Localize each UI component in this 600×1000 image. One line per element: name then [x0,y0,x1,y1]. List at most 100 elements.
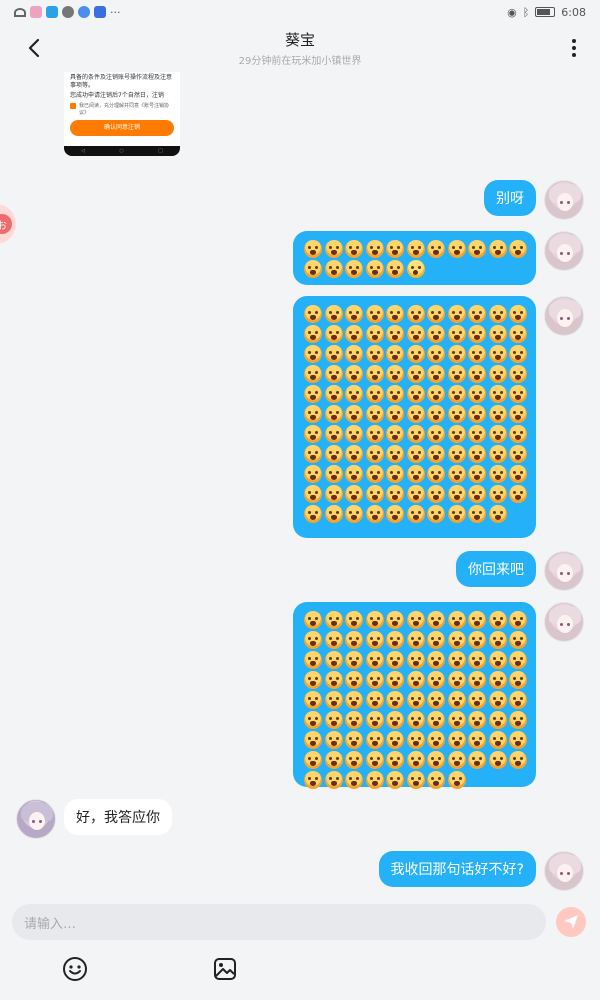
crying-face-icon [386,691,404,709]
crying-face-icon [365,611,384,629]
floating-assistant-badge[interactable]: お [0,204,16,244]
crying-face-icon [427,345,445,363]
crying-face-icon [386,425,404,443]
crying-face-icon [324,385,343,403]
crying-face-icon [509,671,527,689]
message-text: 你回来吧 [468,562,524,578]
floating-badge-icon: お [0,214,12,234]
emoji-button[interactable] [62,956,88,982]
message-bubble-out-emoji[interactable] [293,231,536,285]
screenshot-image-message[interactable]: 手账号注销后在无法找回，注销账号应具备的条件及注销账号操作流程及注意事项等。 您… [64,72,180,156]
contact-avatar[interactable] [16,799,56,839]
message-bubble-out[interactable]: 你回来吧 [456,551,536,587]
crying-face-icon [509,691,527,709]
back-button[interactable] [22,36,46,60]
my-avatar[interactable] [544,180,584,220]
crying-face-icon [406,611,425,629]
message-bubble-out[interactable]: 我收回那句话好不好? [378,851,536,887]
nav-recent-icon: □ [158,148,163,154]
message-input[interactable]: 请输入… [12,904,546,940]
crying-face-icon [304,405,322,423]
more-options-button[interactable] [562,36,586,60]
dot-icon [572,53,576,57]
crying-face-icon [345,631,363,649]
message-bubble-in[interactable]: 好，我答应你 [64,799,172,835]
my-avatar[interactable] [544,231,584,271]
crying-face-icon [386,465,404,483]
crying-face-icon [488,465,507,483]
crying-face-icon [468,651,486,669]
my-avatar[interactable] [544,296,584,336]
crying-face-icon [365,465,384,483]
crying-face-icon [386,771,404,789]
my-avatar[interactable] [544,602,584,642]
crying-face-icon [468,425,486,443]
crying-face-icon [468,751,486,769]
crying-face-icon [386,345,404,363]
crying-face-icon [324,465,343,483]
crying-face-icon [304,771,322,789]
crying-face-icon [427,325,445,343]
crying-face-icon [468,691,486,709]
crying-face-icon [509,651,527,669]
crying-face-icon [447,465,466,483]
crying-face-icon [406,425,425,443]
crying-face-icon [427,611,445,629]
crying-face-icon [509,465,527,483]
message-bubble-out-emoji[interactable] [293,296,536,538]
crying-face-icon [488,691,507,709]
crying-face-icon [447,385,466,403]
crying-face-icon [365,505,384,523]
crying-face-icon [386,260,404,278]
crying-face-icon [324,445,343,463]
search-app-icon [46,6,58,18]
crying-face-icon [365,485,384,503]
screenshot-text-2: 您成功申请注销后7个自然日，注销 [70,92,164,99]
crying-face-icon [427,631,445,649]
crying-face-icon [304,365,322,383]
crying-face-icon [488,671,507,689]
crying-face-icon [345,505,363,523]
crying-face-icon [406,711,425,729]
crying-face-icon [509,240,527,258]
crying-face-icon [324,651,343,669]
crying-face-icon [447,771,466,789]
dot-icon [572,39,576,43]
crying-face-icon [304,671,322,689]
smiley-icon [63,957,87,981]
my-avatar[interactable] [544,851,584,891]
crying-face-icon [386,445,404,463]
message-bubble-out-emoji[interactable] [293,602,536,789]
crying-face-icon [509,425,527,443]
crying-face-icon [324,260,343,278]
crying-face-icon [345,325,363,343]
crying-face-icon [447,631,466,649]
crying-face-icon [509,445,527,463]
status-icons-right: ◉ ᛒ 6:08 [507,6,586,19]
crying-face-icon [324,305,343,323]
crying-face-icon [304,485,322,503]
status-icons-left: ··· [14,6,121,19]
send-button[interactable] [556,907,586,937]
crying-face-icon [324,365,343,383]
bluetooth-icon: ᛒ [522,5,530,19]
chat-area[interactable]: 手账号注销后在无法找回，注销账号应具备的条件及注销账号操作流程及注意事项等。 您… [0,72,600,898]
browser-icon [78,6,90,18]
crying-face-icon [488,631,507,649]
crying-face-icon [447,425,466,443]
crying-face-icon [345,425,363,443]
crying-face-icon [324,671,343,689]
crying-face-icon [427,731,445,749]
crying-face-icon [447,485,466,503]
crying-face-icon [304,631,322,649]
crying-face-icon [447,345,466,363]
app-notification-icon [30,6,42,18]
contact-status: 29分钟前在玩米加小镇世界 [238,56,362,67]
my-avatar[interactable] [544,551,584,591]
crying-face-icon [468,325,486,343]
message-bubble-out[interactable]: 别呀 [484,180,536,216]
crying-face-icon [488,240,507,258]
anguished-face-icon [406,260,425,278]
image-button[interactable] [212,956,238,982]
crying-face-icon [386,505,404,523]
